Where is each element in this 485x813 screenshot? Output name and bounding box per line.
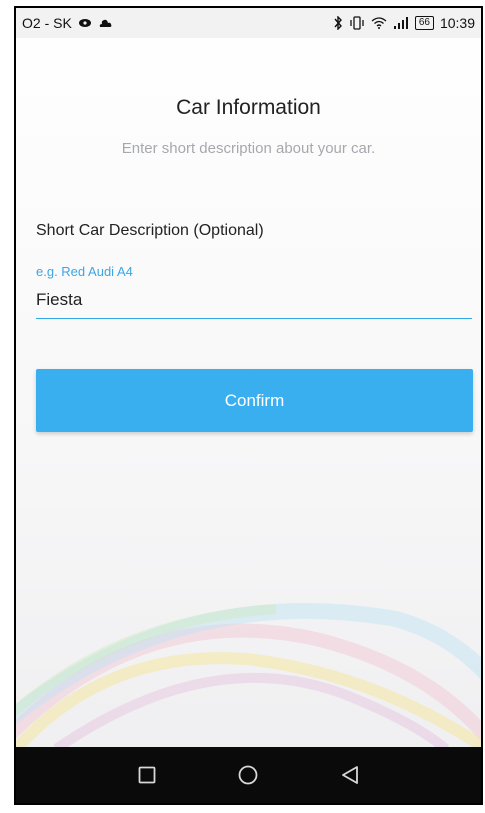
status-right: 66 10:39 — [333, 15, 475, 31]
wifi-icon — [371, 17, 387, 29]
vibrate-icon — [349, 16, 365, 30]
confirm-button[interactable]: Confirm — [36, 369, 473, 432]
bluetooth-icon — [333, 16, 343, 30]
navigation-bar — [16, 747, 481, 803]
phone-screen: O2 - SK 66 10:39 Car Information Enter s… — [14, 6, 483, 805]
square-icon — [138, 766, 156, 784]
cloud-icon — [98, 18, 112, 28]
recent-apps-button[interactable] — [127, 755, 167, 795]
page-subtitle: Enter short description about your car. — [121, 140, 376, 157]
battery-indicator: 66 — [414, 16, 434, 30]
triangle-back-icon — [342, 766, 359, 784]
decorative-swirls — [16, 603, 481, 749]
description-label: Short Car Description (Optional) — [36, 222, 264, 239]
page-title: Car Information — [176, 96, 321, 119]
status-bar: O2 - SK 66 10:39 — [16, 8, 481, 38]
circle-icon — [239, 765, 258, 785]
car-description-input[interactable] — [36, 290, 472, 319]
clock: 10:39 — [439, 15, 475, 31]
eye-icon — [78, 18, 92, 28]
home-button[interactable] — [228, 755, 268, 795]
back-button[interactable] — [330, 755, 370, 795]
status-left: O2 - SK — [22, 15, 112, 31]
carrier-label: O2 - SK — [22, 15, 72, 31]
description-hint: e.g. Red Audi A4 — [36, 264, 133, 279]
signal-icon — [393, 17, 409, 29]
